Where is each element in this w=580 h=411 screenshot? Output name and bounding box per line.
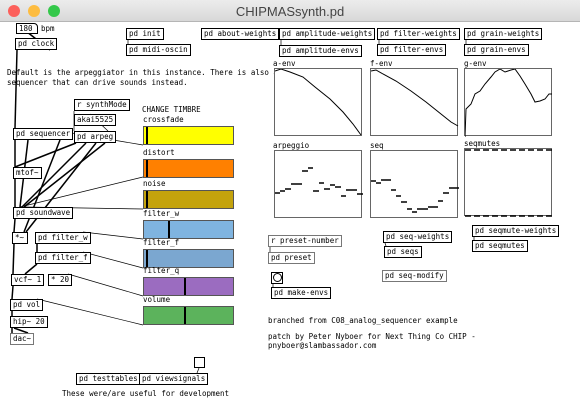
slider-knob[interactable] [145, 250, 148, 267]
slider-knob[interactable] [145, 191, 148, 208]
comment-branched: branched from C08_analog_sequencer examp… [268, 316, 458, 325]
vol-object[interactable]: pd vol [10, 299, 44, 311]
array-g-env[interactable] [464, 68, 552, 137]
slider-knob[interactable] [184, 278, 187, 295]
init-object[interactable]: pd init [126, 28, 164, 40]
array-a-env[interactable] [274, 68, 362, 136]
slider-label-distort: distort [143, 148, 175, 157]
multiply-20-object[interactable]: * 20 [48, 274, 73, 286]
filter-w-object[interactable]: pd filter_w [35, 232, 91, 244]
comment-default-1: Default is the arpeggiator in this insta… [7, 68, 278, 77]
slider-label-filter-f: filter_f [143, 238, 180, 247]
change-timbre-label: CHANGE TIMBRE [142, 105, 201, 114]
seqmute-weights-object[interactable]: pd seqmute-weights [472, 225, 560, 237]
slider-volume[interactable] [143, 306, 234, 325]
slider-label-noise: noise [143, 179, 166, 188]
comment-dev: These were/are useful for development [62, 389, 230, 398]
arpeg-object[interactable]: pd arpeg [74, 131, 117, 143]
comment-email: pnyboer@slambassador.com [268, 341, 377, 350]
array-arpeggio[interactable] [274, 150, 363, 218]
seqmutes-object[interactable]: pd seqmutes [472, 240, 528, 252]
testtables-object[interactable]: pd testtables [76, 373, 141, 385]
array-seq[interactable] [370, 150, 459, 218]
slider-crossfade[interactable] [143, 126, 234, 145]
dac-object[interactable]: dac~ [10, 333, 35, 345]
multiply-signal-object[interactable]: *~ [12, 232, 28, 244]
slider-noise[interactable] [143, 190, 234, 209]
preset-object[interactable]: pd preset [268, 252, 315, 264]
slider-filter-w[interactable] [143, 220, 234, 239]
slider-distort[interactable] [143, 159, 234, 178]
amplitude-weights-object[interactable]: pd amplitude-weights [279, 28, 376, 40]
preset-number-receive[interactable]: r preset-number [268, 235, 342, 247]
akai-object[interactable]: akai5525 [74, 114, 117, 126]
sequencer-object[interactable]: pd sequencer [13, 128, 74, 140]
grain-envs-object[interactable]: pd grain-envs [464, 44, 529, 56]
seqs-object[interactable]: pd seqs [384, 246, 422, 258]
toggle[interactable] [194, 357, 205, 368]
synthmode-receive[interactable]: r synthMode [74, 99, 130, 111]
slider-knob[interactable] [184, 307, 187, 324]
soundwave-object[interactable]: pd soundwave [13, 207, 74, 219]
array-seqmutes[interactable] [464, 148, 553, 217]
viewsignals-object[interactable]: pd viewsignals [139, 373, 209, 385]
filter-weights-object[interactable]: pd filter-weights [377, 28, 460, 40]
slider-knob[interactable] [168, 221, 171, 238]
seq-modify-object[interactable]: pd seq-modify [382, 270, 447, 282]
bang-button[interactable] [271, 272, 283, 284]
slider-knob[interactable] [145, 127, 148, 144]
seq-weights-object[interactable]: pd seq-weights [383, 231, 453, 243]
slider-label-crossfade: crossfade [143, 115, 184, 124]
about-weights-object[interactable]: pd about-weights [201, 28, 280, 40]
clock-object[interactable]: pd clock [15, 38, 58, 50]
bpm-label: bpm [41, 24, 55, 33]
filter-envs-object[interactable]: pd filter-envs [377, 44, 447, 56]
array-f-env[interactable] [370, 68, 459, 136]
slider-label-volume: volume [143, 295, 171, 304]
slider-label-filter-w: filter_w [143, 209, 180, 218]
filter-f-object[interactable]: pd filter_f [35, 252, 91, 264]
amplitude-envs-object[interactable]: pd amplitude-envs [279, 45, 362, 57]
slider-filter-q[interactable] [143, 277, 234, 296]
make-envs-object[interactable]: pd make-envs [271, 287, 332, 299]
midi-oscin-object[interactable]: pd midi-oscin [126, 44, 191, 56]
hip-object[interactable]: hip~ 20 [10, 316, 48, 328]
grain-weights-object[interactable]: pd grain-weights [464, 28, 543, 40]
slider-label-filter-q: filter_q [143, 266, 180, 275]
comment-default-2: sequencer that can drive sounds instead. [7, 78, 188, 87]
vcf-object[interactable]: vcf~ 1 [11, 274, 45, 286]
mtof-object[interactable]: mtof~ [13, 167, 42, 179]
slider-knob[interactable] [145, 160, 148, 177]
tempo-number-box[interactable]: 180 [16, 23, 38, 34]
